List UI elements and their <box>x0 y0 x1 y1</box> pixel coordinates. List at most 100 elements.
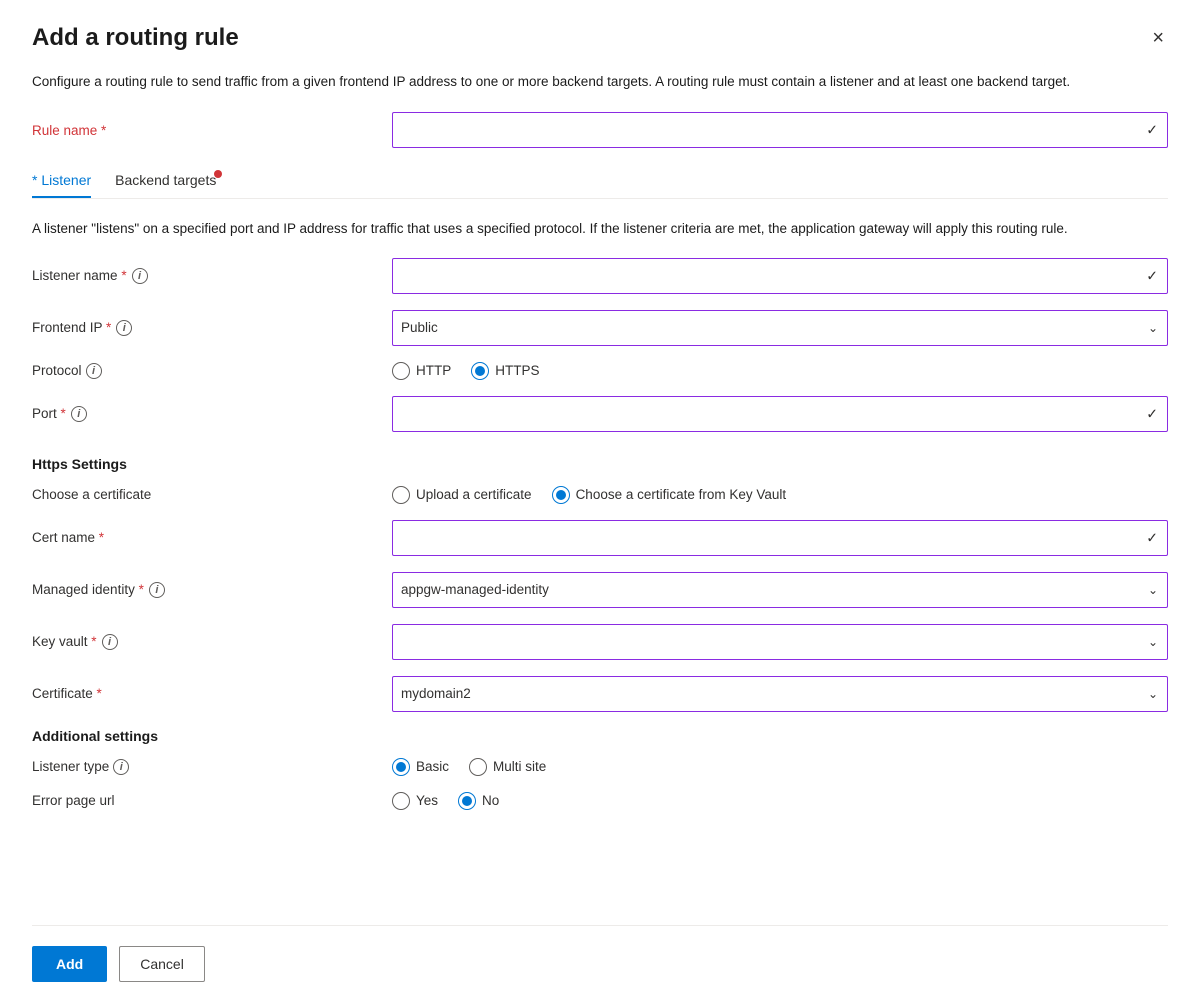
managed-identity-wrapper: appgw-managed-identity ⌄ <box>392 572 1168 608</box>
cancel-button[interactable]: Cancel <box>119 946 205 982</box>
protocol-http-label[interactable]: HTTP <box>392 362 451 380</box>
upload-cert-radio[interactable] <box>392 486 410 504</box>
error-page-url-radio-group: Yes No <box>392 792 1168 810</box>
dialog-title: Add a routing rule <box>32 24 239 52</box>
error-page-url-row: Error page url Yes No <box>32 792 1168 810</box>
listener-name-input[interactable]: AppGatewayHttpsListener <box>392 258 1168 294</box>
cert-name-row: Cert name * AppGwCertificate ✓ <box>32 520 1168 556</box>
managed-identity-select[interactable]: appgw-managed-identity <box>392 572 1168 608</box>
listener-name-wrapper: AppGatewayHttpsListener ✓ <box>392 258 1168 294</box>
key-vault-control: ⌄ <box>392 624 1168 660</box>
certificate-control: mydomain2 ⌄ <box>392 676 1168 712</box>
listener-type-radio-group: Basic Multi site <box>392 758 1168 776</box>
error-page-yes-label[interactable]: Yes <box>392 792 438 810</box>
tab-listener[interactable]: * Listener <box>32 164 91 198</box>
https-settings-section: Https Settings <box>32 456 1168 472</box>
rule-name-control: rule1 ✓ <box>392 112 1168 148</box>
error-page-no-radio[interactable] <box>458 792 476 810</box>
add-routing-rule-dialog: Add a routing rule × Configure a routing… <box>0 0 1200 1006</box>
additional-settings-section: Additional settings <box>32 728 1168 744</box>
rule-name-row: Rule name * rule1 ✓ <box>32 112 1168 148</box>
frontend-ip-info-icon[interactable]: i <box>116 320 132 336</box>
port-row: Port * i 443 ✓ <box>32 396 1168 432</box>
frontend-ip-wrapper: Public ⌄ <box>392 310 1168 346</box>
key-vault-select[interactable] <box>392 624 1168 660</box>
protocol-row: Protocol i HTTP HTTPS <box>32 362 1168 380</box>
listener-type-basic-label[interactable]: Basic <box>392 758 449 776</box>
port-control: 443 ✓ <box>392 396 1168 432</box>
listener-name-control: AppGatewayHttpsListener ✓ <box>392 258 1168 294</box>
dialog-description: Configure a routing rule to send traffic… <box>32 72 1132 92</box>
protocol-radio-group: HTTP HTTPS <box>392 362 1168 380</box>
certificate-star: * <box>97 686 102 701</box>
managed-identity-star: * <box>139 582 144 597</box>
add-button[interactable]: Add <box>32 946 107 982</box>
listener-description: A listener "listens" on a specified port… <box>32 219 1132 239</box>
tabs-divider <box>32 198 1168 199</box>
dialog-header: Add a routing rule × <box>32 24 1168 52</box>
protocol-label: Protocol i <box>32 363 392 379</box>
port-input[interactable]: 443 <box>392 396 1168 432</box>
error-page-url-label: Error page url <box>32 793 392 808</box>
rule-name-required-star: Rule name * <box>32 123 106 138</box>
port-info-icon[interactable]: i <box>71 406 87 422</box>
listener-type-multisite-label[interactable]: Multi site <box>469 758 546 776</box>
error-page-no-label[interactable]: No <box>458 792 499 810</box>
cert-name-input[interactable]: AppGwCertificate <box>392 520 1168 556</box>
close-button[interactable]: × <box>1148 24 1168 52</box>
certificate-label: Certificate * <box>32 686 392 701</box>
protocol-http-radio[interactable] <box>392 362 410 380</box>
port-wrapper: 443 ✓ <box>392 396 1168 432</box>
protocol-https-radio[interactable] <box>471 362 489 380</box>
port-label: Port * i <box>32 406 392 422</box>
cert-name-label: Cert name * <box>32 530 392 545</box>
listener-type-multisite-radio[interactable] <box>469 758 487 776</box>
frontend-ip-star: * <box>106 320 111 335</box>
listener-type-row: Listener type i Basic Multi site <box>32 758 1168 776</box>
frontend-ip-row: Frontend IP * i Public ⌄ <box>32 310 1168 346</box>
error-page-yes-radio[interactable] <box>392 792 410 810</box>
managed-identity-row: Managed identity * i appgw-managed-ident… <box>32 572 1168 608</box>
key-vault-label: Key vault * i <box>32 634 392 650</box>
choose-cert-row: Choose a certificate Upload a certificat… <box>32 486 1168 504</box>
choose-cert-radio-group: Upload a certificate Choose a certificat… <box>392 486 1168 504</box>
cert-name-control: AppGwCertificate ✓ <box>392 520 1168 556</box>
keyvault-cert-radio[interactable] <box>552 486 570 504</box>
protocol-https-label[interactable]: HTTPS <box>471 362 539 380</box>
listener-type-label: Listener type i <box>32 759 392 775</box>
key-vault-wrapper: ⌄ <box>392 624 1168 660</box>
dialog-body: Configure a routing rule to send traffic… <box>32 72 1168 925</box>
tabs-row: * Listener Backend targets <box>32 164 1168 198</box>
choose-cert-label: Choose a certificate <box>32 487 392 502</box>
listener-name-star: * <box>121 268 126 283</box>
choose-cert-control: Upload a certificate Choose a certificat… <box>392 486 1168 504</box>
upload-cert-label[interactable]: Upload a certificate <box>392 486 532 504</box>
frontend-ip-control: Public ⌄ <box>392 310 1168 346</box>
listener-name-row: Listener name * i AppGatewayHttpsListene… <box>32 258 1168 294</box>
key-vault-star: * <box>91 634 96 649</box>
key-vault-row: Key vault * i ⌄ <box>32 624 1168 660</box>
dialog-footer: Add Cancel <box>32 925 1168 1006</box>
rule-name-input[interactable]: rule1 <box>392 112 1168 148</box>
listener-name-label: Listener name * i <box>32 268 392 284</box>
certificate-wrapper: mydomain2 ⌄ <box>392 676 1168 712</box>
additional-settings-heading: Additional settings <box>32 728 1168 744</box>
listener-name-info-icon[interactable]: i <box>132 268 148 284</box>
managed-identity-label: Managed identity * i <box>32 582 392 598</box>
tab-backend-targets[interactable]: Backend targets <box>115 164 216 198</box>
cert-name-wrapper: AppGwCertificate ✓ <box>392 520 1168 556</box>
error-page-url-control: Yes No <box>392 792 1168 810</box>
listener-type-control: Basic Multi site <box>392 758 1168 776</box>
managed-identity-info-icon[interactable]: i <box>149 582 165 598</box>
key-vault-info-icon[interactable]: i <box>102 634 118 650</box>
certificate-select[interactable]: mydomain2 <box>392 676 1168 712</box>
listener-type-info-icon[interactable]: i <box>113 759 129 775</box>
protocol-info-icon[interactable]: i <box>86 363 102 379</box>
frontend-ip-label: Frontend IP * i <box>32 320 392 336</box>
backend-tab-badge <box>214 170 222 178</box>
frontend-ip-select[interactable]: Public <box>392 310 1168 346</box>
keyvault-cert-label[interactable]: Choose a certificate from Key Vault <box>552 486 787 504</box>
listener-type-basic-radio[interactable] <box>392 758 410 776</box>
managed-identity-control: appgw-managed-identity ⌄ <box>392 572 1168 608</box>
protocol-control: HTTP HTTPS <box>392 362 1168 380</box>
